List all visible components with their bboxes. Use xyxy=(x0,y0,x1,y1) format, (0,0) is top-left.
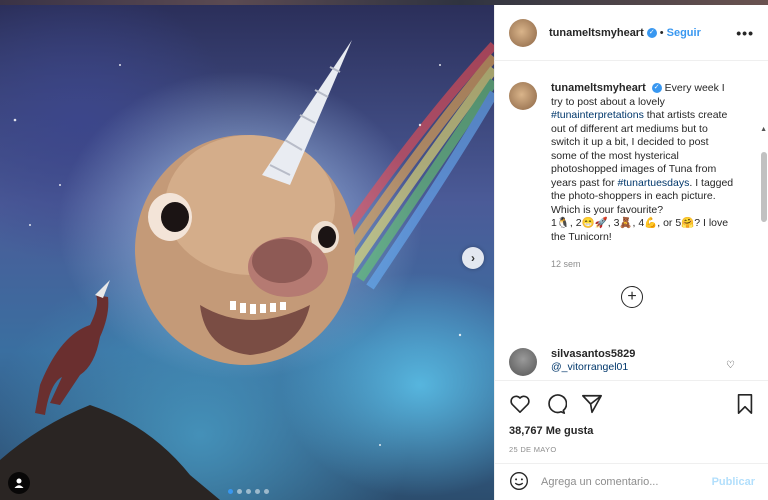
plus-circle-icon[interactable]: + xyxy=(621,285,643,308)
carousel-dot-1 xyxy=(228,489,233,494)
header-separator: • xyxy=(659,26,664,39)
caption-avatar[interactable] xyxy=(509,82,537,110)
add-comment-bar: Publicar xyxy=(495,463,768,500)
comments-section[interactable]: tunameltsmyheart ✓ Every week I try to p… xyxy=(495,62,768,380)
list-item: silvasantos5829 @_vitorrangel01 ♡ xyxy=(495,348,768,376)
post-header: tunameltsmyheart ✓ • Seguir ••• xyxy=(495,5,768,61)
action-icons xyxy=(509,391,755,417)
comment-input[interactable] xyxy=(541,476,701,488)
caption-part-4: 1🐧, 2😁🚀, 3🧸, 4💪, or 5🤗? I love the Tunic… xyxy=(551,217,729,243)
share-icon[interactable] xyxy=(581,393,603,415)
post-photo[interactable]: › xyxy=(0,5,494,500)
post-actions: 38,767 Me gusta 25 DE MAYO xyxy=(495,380,768,454)
emoji-icon[interactable] xyxy=(509,471,529,494)
unicorn-chihuahua-image xyxy=(0,40,494,500)
tagged-users-button[interactable] xyxy=(8,472,30,494)
verified-badge-icon: ✓ xyxy=(651,83,662,94)
carousel-dot-3 xyxy=(246,489,251,494)
comment-icon[interactable] xyxy=(545,393,567,415)
publish-button[interactable]: Publicar xyxy=(712,476,755,488)
carousel-dot-5 xyxy=(264,489,269,494)
caption: tunameltsmyheart ✓ Every week I try to p… xyxy=(495,62,768,272)
more-options-icon[interactable]: ••• xyxy=(736,25,754,41)
header-username[interactable]: tunameltsmyheart xyxy=(549,27,644,39)
hashtag-link[interactable]: #tunartuesdays xyxy=(618,177,690,189)
verified-badge-icon: ✓ xyxy=(646,27,657,38)
caption-time: 12 sem xyxy=(551,259,581,269)
comment-username[interactable]: silvasantos5829 xyxy=(551,348,635,361)
follow-button[interactable]: Seguir xyxy=(667,27,701,39)
caption-username[interactable]: tunameltsmyheart xyxy=(551,82,646,94)
carousel-indicators xyxy=(228,489,269,494)
caption-text: tunameltsmyheart ✓ Every week I try to p… xyxy=(551,82,737,272)
comment-avatar[interactable] xyxy=(509,348,537,376)
comment-body: silvasantos5829 @_vitorrangel01 xyxy=(551,348,635,376)
comment-mention[interactable]: @_vitorrangel01 xyxy=(551,361,635,374)
user-icon xyxy=(14,478,24,488)
bookmark-icon[interactable] xyxy=(735,393,755,415)
post-date: 25 DE MAYO xyxy=(509,445,557,454)
likes-count[interactable]: 38,767 Me gusta xyxy=(509,425,755,437)
avatar[interactable] xyxy=(509,18,537,47)
heart-icon[interactable] xyxy=(509,394,531,414)
load-more-comments: + xyxy=(495,285,768,308)
hashtag-link[interactable]: #tunainterpretations xyxy=(551,109,644,121)
scrollbar-thumb[interactable] xyxy=(761,152,767,222)
carousel-dot-2 xyxy=(237,489,242,494)
next-slide-button[interactable]: › xyxy=(462,247,484,269)
chevron-right-icon: › xyxy=(471,251,475,265)
like-comment-heart-icon[interactable]: ♡ xyxy=(726,360,735,371)
post-details-panel: tunameltsmyheart ✓ • Seguir ••• tunamelt… xyxy=(494,5,768,500)
scroll-up-arrow-icon[interactable]: ▲ xyxy=(760,126,767,133)
carousel-dot-4 xyxy=(255,489,260,494)
